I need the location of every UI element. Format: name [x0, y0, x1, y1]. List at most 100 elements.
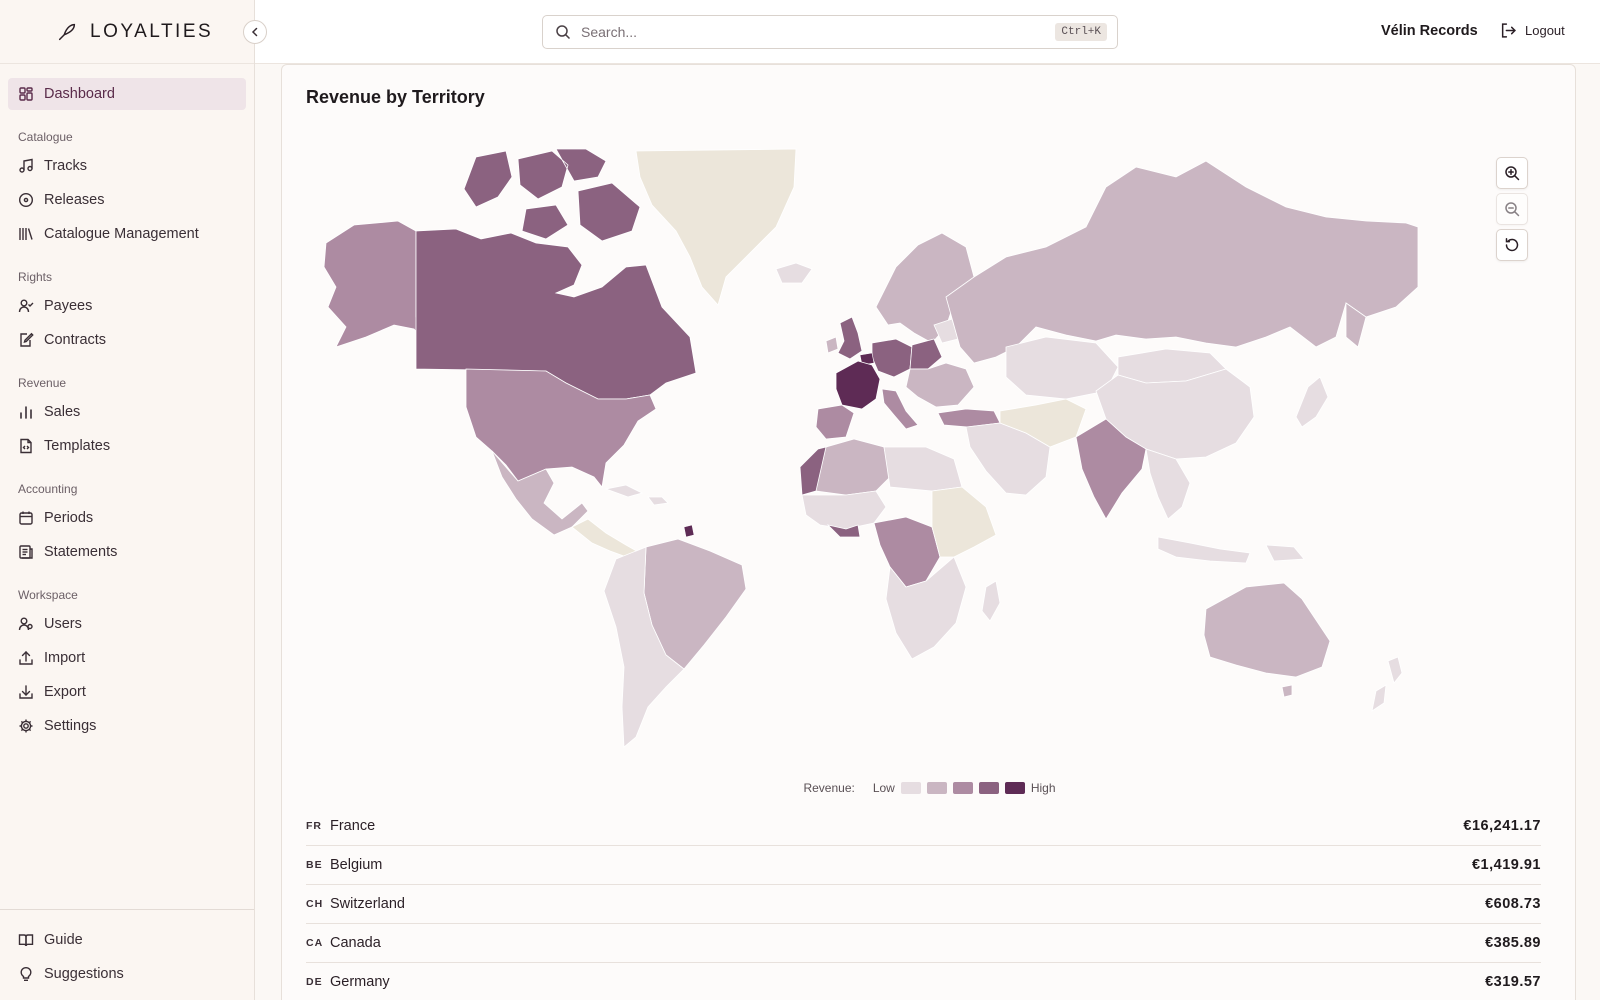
nav-suggestions[interactable]: Suggestions — [8, 958, 246, 990]
nav-guide-label: Guide — [44, 932, 83, 948]
map-region-iberia[interactable] — [815, 404, 855, 440]
nav-catalogue-management[interactable]: Catalogue Management — [8, 218, 246, 250]
nav-releases-label: Releases — [44, 192, 105, 208]
territory-code: CA — [306, 937, 324, 949]
nav-dashboard[interactable]: Dashboard — [8, 78, 246, 110]
map-region-uk[interactable] — [837, 316, 863, 360]
territory-name: Belgium — [330, 857, 383, 873]
territory-row[interactable]: CA Canada €385.89 — [306, 924, 1541, 963]
brand[interactable]: LOYALTIES — [0, 0, 254, 64]
map-region-france[interactable] — [835, 360, 881, 410]
map-zoom-controls — [1496, 157, 1528, 261]
receipt-icon — [19, 545, 33, 559]
search-box[interactable]: Ctrl+K — [542, 15, 1118, 49]
nav-group-catalogue: Catalogue — [18, 130, 73, 144]
nav-statements[interactable]: Statements — [8, 536, 246, 568]
nav-import-label: Import — [44, 650, 86, 666]
nav-payees-label: Payees — [44, 298, 93, 314]
map-region-germany[interactable] — [871, 338, 913, 378]
territory-name: France — [330, 818, 376, 834]
map-region-new-zealand[interactable] — [1371, 656, 1403, 712]
calendar-icon — [19, 511, 33, 525]
nav-import[interactable]: Import — [8, 642, 246, 674]
map-region-canada[interactable] — [415, 228, 697, 400]
map-region-australia[interactable] — [1203, 582, 1331, 678]
map-region-caribbean[interactable] — [604, 484, 669, 506]
nav-guide[interactable]: Guide — [8, 924, 246, 956]
territory-row[interactable]: FR France €16,241.17 — [306, 807, 1541, 846]
map-region-madagascar[interactable] — [981, 580, 1001, 622]
territory-name: Germany — [330, 974, 390, 990]
logout-label: Logout — [1525, 23, 1565, 38]
map-region-arctic-islands[interactable] — [463, 148, 641, 242]
nav-group-revenue: Revenue — [18, 376, 67, 390]
nav-users[interactable]: Users — [8, 608, 246, 640]
map-region-ireland[interactable] — [825, 336, 839, 354]
nav-settings[interactable]: Settings — [8, 710, 246, 742]
search-input[interactable] — [581, 24, 1046, 40]
world-map-svg[interactable] — [306, 147, 1421, 757]
gear-icon — [19, 719, 33, 733]
lightbulb-icon — [20, 966, 32, 981]
book-open-icon — [18, 934, 34, 947]
collapse-sidebar-button[interactable] — [243, 20, 267, 44]
nav-suggestions-label: Suggestions — [44, 966, 124, 982]
map-region-north-east-africa[interactable] — [883, 446, 963, 492]
nav-releases[interactable]: Releases — [8, 184, 246, 216]
territory-code: CH — [306, 898, 324, 910]
zoom-in-button[interactable] — [1496, 157, 1528, 189]
map-region-greenland[interactable] — [635, 148, 797, 306]
map-region-french-guiana[interactable] — [683, 524, 695, 538]
nav-sales[interactable]: Sales — [8, 396, 246, 428]
map-region-southeast-asia[interactable] — [1145, 448, 1191, 520]
territory-row[interactable]: DE Germany €319.57 — [306, 963, 1541, 1000]
reset-view-button[interactable] — [1496, 229, 1528, 261]
territory-name: Switzerland — [330, 896, 405, 912]
nav-sales-label: Sales — [44, 404, 81, 420]
organization-name[interactable]: Vélin Records — [1381, 23, 1478, 39]
logout-icon — [1501, 23, 1516, 38]
revenue-by-territory-card: Revenue by Territory Revenue: Low High F… — [281, 64, 1576, 1000]
map-region-east-africa[interactable] — [931, 486, 997, 558]
territory-list: FR France €16,241.17 BE Belgium €1,419.9… — [306, 807, 1541, 1000]
nav-tracks[interactable]: Tracks — [8, 150, 246, 182]
sidebar: LOYALTIES Dashboard Catalogue Tracks Rel… — [0, 0, 255, 1000]
legend-swatch-5 — [1004, 782, 1025, 794]
map-region-tasmania[interactable] — [1281, 684, 1293, 698]
brand-logo-icon — [58, 23, 76, 40]
map-legend: Revenue: Low High — [282, 781, 1577, 795]
map-region-central-africa[interactable] — [873, 516, 941, 588]
territory-row[interactable]: CH Switzerland €608.73 — [306, 885, 1541, 924]
nav-contracts[interactable]: Contracts — [8, 324, 246, 356]
legend-label: Revenue: — [803, 781, 855, 795]
territory-code: BE — [306, 859, 323, 871]
map-region-iceland[interactable] — [775, 262, 813, 284]
map-region-central-america[interactable] — [571, 518, 641, 560]
nav-settings-label: Settings — [44, 718, 97, 734]
nav-group-workspace: Workspace — [18, 588, 78, 602]
territory-revenue: €16,241.17 — [1463, 818, 1541, 834]
territory-row[interactable]: BE Belgium €1,419.91 — [306, 846, 1541, 885]
nav-payees[interactable]: Payees — [8, 290, 246, 322]
nav-periods[interactable]: Periods — [8, 502, 246, 534]
map-region-poland[interactable] — [909, 338, 943, 370]
logout-button[interactable]: Logout — [1500, 22, 1565, 39]
zoom-out-button[interactable] — [1496, 193, 1528, 225]
map-region-italy[interactable] — [881, 388, 919, 430]
chevron-left-icon — [251, 27, 258, 37]
search-icon — [556, 25, 571, 40]
map-region-west-africa[interactable] — [801, 490, 887, 530]
nav-group-rights: Rights — [18, 270, 53, 284]
map-region-indonesia[interactable] — [1157, 536, 1305, 564]
map-region-japan[interactable] — [1295, 376, 1329, 428]
sidebar-footer: Guide Suggestions — [0, 909, 254, 1000]
nav-templates[interactable]: Templates — [8, 430, 246, 462]
map-region-eastern-europe[interactable] — [905, 362, 975, 408]
rotate-ccw-icon — [1505, 238, 1519, 252]
legend-low: Low — [872, 781, 895, 795]
world-map[interactable] — [306, 147, 1421, 757]
nav-export[interactable]: Export — [8, 676, 246, 708]
legend-swatch-1 — [900, 782, 921, 794]
music-note-icon — [19, 158, 33, 173]
search-shortcut-badge: Ctrl+K — [1055, 23, 1107, 41]
